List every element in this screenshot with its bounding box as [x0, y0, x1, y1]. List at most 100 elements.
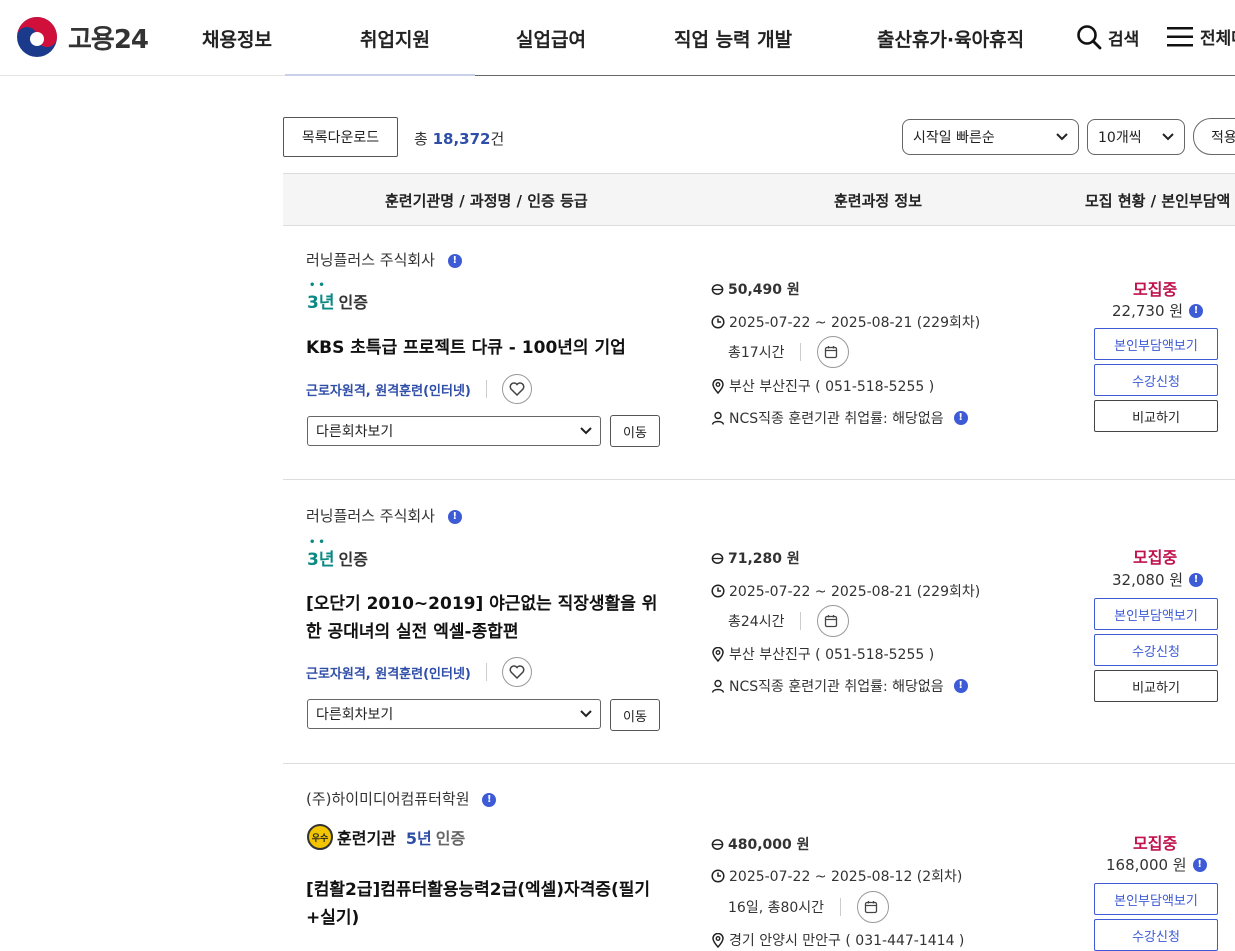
course-tags: 근로자원격, 원격훈련(인터넷) [306, 374, 532, 404]
page-size-value: 10개씩 [1098, 130, 1142, 146]
cert-label: 인증 [338, 549, 368, 569]
move-button[interactable]: 이동 [610, 415, 660, 447]
total-suffix: 건 [490, 130, 505, 148]
sort-select-value: 시작일 빠른순 [913, 130, 995, 146]
self-fee-text: 32,080 원 [1112, 571, 1184, 589]
clock-icon [711, 315, 725, 329]
apply-button[interactable]: 적용 [1193, 118, 1235, 155]
all-menu-button[interactable]: 전체메뉴 [1166, 24, 1235, 49]
favorite-button[interactable] [501, 657, 532, 687]
employment-rate: NCS직종 훈련기관 취업률: 해당없음 ! [711, 676, 968, 696]
round-select-value: 다른회차보기 [316, 424, 394, 440]
location-pin-icon [712, 932, 724, 948]
info-icon[interactable]: ! [1189, 572, 1204, 587]
clock-icon [711, 584, 725, 598]
course-period: 2025-07-22 ~ 2025-08-21 (229회차) [711, 312, 980, 332]
course-fee: 50,490 원 [711, 279, 800, 299]
coin-icon [711, 838, 724, 850]
nav-skills-development[interactable]: 직업 능력 개발 [674, 25, 792, 52]
cert-label: 인증 [435, 829, 466, 848]
page-size-select[interactable]: 10개씩 [1087, 119, 1185, 155]
recruit-status: 모집중 [1133, 280, 1178, 299]
list-download-button[interactable]: 목록다운로드 [283, 117, 398, 157]
course-fee: 480,000 원 [711, 834, 810, 854]
move-button[interactable]: 이동 [610, 699, 660, 731]
course-title[interactable]: [컴활2급]컴퓨터활용능력2급(엑셀)자격증(필기+실기) [306, 876, 666, 932]
location-text: 부산 부산진구 ( 051-518-5255 ) [729, 647, 935, 663]
course-title[interactable]: KBS 초특급 프로젝트 다큐 - 100년의 기업 [306, 334, 666, 362]
divider [485, 380, 487, 398]
favorite-button[interactable] [501, 374, 532, 404]
divider [800, 343, 802, 361]
cert-year: •• 3년 [307, 280, 335, 313]
location-pin-icon [712, 378, 724, 394]
heart-icon [509, 382, 525, 396]
info-icon[interactable]: ! [447, 253, 462, 268]
all-menu-label: 전체메뉴 [1200, 29, 1235, 49]
coin-icon [711, 283, 724, 295]
period-text: 2025-07-22 ~ 2025-08-12 (2회차) [729, 869, 963, 885]
calendar-icon [825, 615, 838, 628]
compare-button[interactable]: 비교하기 [1094, 400, 1218, 432]
institution-label: 러닝플러스 주식회사 [306, 251, 435, 269]
info-icon[interactable]: ! [1189, 303, 1204, 318]
other-round-select[interactable]: 다른회차보기 [307, 416, 601, 446]
info-icon[interactable]: ! [1192, 857, 1207, 872]
compare-button[interactable]: 비교하기 [1094, 670, 1218, 702]
view-self-pay-button[interactable]: 본인부담액보기 [1094, 883, 1218, 915]
coin-icon [711, 552, 724, 564]
info-icon[interactable]: ! [447, 509, 462, 524]
chevron-down-icon [580, 710, 592, 718]
cert-year: •• 3년 [307, 537, 335, 570]
site-logo[interactable]: 고용24 [16, 16, 149, 58]
course-hours: 총17시간 [728, 336, 850, 368]
course-title[interactable]: [오단기 2010~2019] 야근없는 직장생활을 위한 공대녀의 실전 엑셀… [306, 590, 666, 646]
employment-rate: NCS직종 훈련기관 취업률: 해당없음 ! [711, 408, 968, 428]
self-fee-text: 168,000 원 [1106, 856, 1187, 874]
info-icon[interactable]: ! [953, 411, 968, 425]
calendar-button[interactable] [817, 336, 850, 368]
taegeuk-logo-icon [17, 17, 57, 57]
course-hours: 16일, 총80시간 [728, 891, 890, 923]
course-location: 부산 부산진구 ( 051-518-5255 ) [711, 376, 934, 396]
divider [840, 898, 842, 916]
header-search-button[interactable]: 검색 [1076, 24, 1139, 50]
nav-job-info[interactable]: 채용정보 [202, 25, 272, 52]
sort-select[interactable]: 시작일 빠른순 [902, 119, 1079, 155]
view-self-pay-button[interactable]: 본인부담액보기 [1094, 598, 1218, 630]
course-period: 2025-07-22 ~ 2025-08-21 (229회차) [711, 581, 980, 601]
chevron-down-icon [1162, 133, 1174, 141]
info-icon[interactable]: ! [482, 792, 497, 807]
excellent-badge-icon: 우수 [307, 824, 333, 850]
location-text: 부산 부산진구 ( 051-518-5255 ) [729, 379, 935, 395]
person-icon [711, 411, 725, 425]
enroll-button[interactable]: 수강신청 [1094, 919, 1218, 951]
calendar-button[interactable] [857, 891, 890, 923]
hours-text: 16일, 총80시간 [728, 900, 825, 916]
institution-name[interactable]: 러닝플러스 주식회사 ! [306, 249, 462, 270]
col-institution-header: 훈련기관명 / 과정명 / 인증 등급 [385, 192, 588, 210]
info-icon[interactable]: ! [953, 679, 968, 693]
divider [485, 663, 487, 681]
enroll-button[interactable]: 수강신청 [1094, 364, 1218, 396]
other-round-select[interactable]: 다른회차보기 [307, 699, 601, 729]
nav-unemployment-benefit[interactable]: 실업급여 [516, 25, 586, 52]
calendar-button[interactable] [817, 605, 850, 637]
cert-grade: •• 3년 인증 [307, 280, 368, 313]
active-tab-indicator [285, 74, 475, 76]
total-prefix: 총 [414, 130, 428, 148]
cert-grade: 우수 훈련기관 5년 인증 [307, 824, 465, 850]
enroll-button[interactable]: 수강신청 [1094, 634, 1218, 666]
cert-year-text: 5년 [405, 829, 432, 848]
institution-name[interactable]: 러닝플러스 주식회사 ! [306, 505, 462, 526]
fee-text: 480,000 원 [728, 837, 810, 853]
heart-icon [509, 665, 525, 679]
course-hours: 총24시간 [728, 605, 850, 637]
nav-employment-support[interactable]: 취업지원 [360, 25, 430, 52]
logo-text: 고용24 [68, 24, 149, 55]
nav-parental-leave[interactable]: 출산휴가·육아휴직 [877, 25, 1024, 52]
table-row: (주)하이미디어컴퓨터학원 ! 우수 훈련기관 5년 인증 [컴활2급]컴퓨터활… [283, 764, 1235, 951]
institution-name[interactable]: (주)하이미디어컴퓨터학원 ! [306, 788, 497, 809]
view-self-pay-button[interactable]: 본인부담액보기 [1094, 328, 1218, 360]
recruit-status: 모집중 [1133, 548, 1178, 567]
